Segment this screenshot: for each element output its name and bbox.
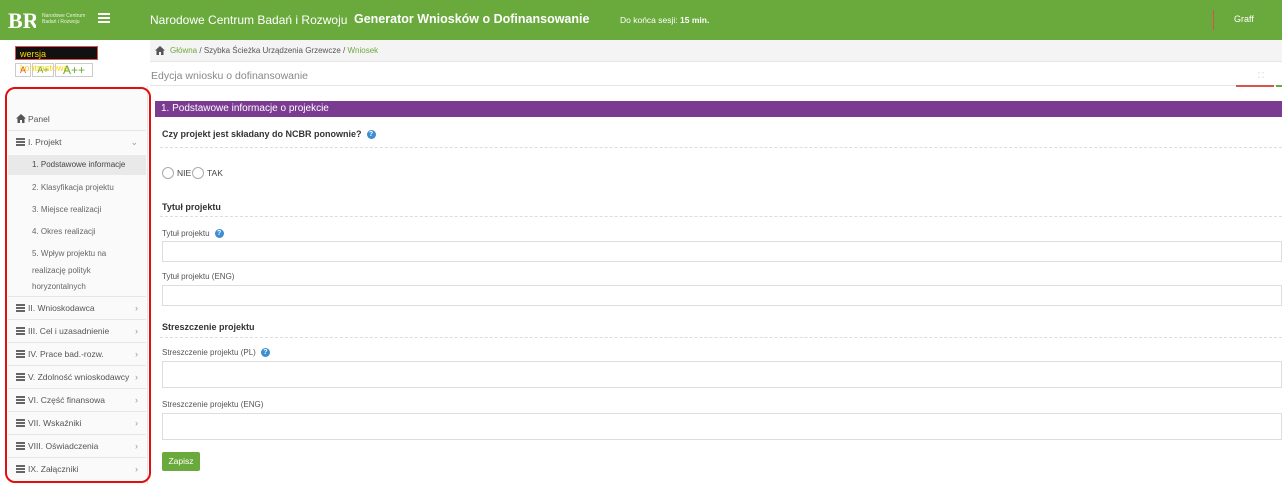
- chevron-right-icon: ›: [135, 395, 138, 405]
- title-input[interactable]: [162, 241, 1282, 262]
- sidebar-item-zdolnosc[interactable]: V. Zdolność wnioskodawcy ›: [8, 366, 146, 388]
- section-title-heading: Tytuł projektu: [162, 202, 221, 212]
- radio-yes-label[interactable]: TAK: [207, 168, 223, 178]
- app-title: Generator Wniosków o Dofinansowanie: [354, 12, 590, 26]
- chevron-right-icon: ›: [135, 441, 138, 451]
- list-icon: [16, 304, 25, 312]
- home-icon[interactable]: [155, 46, 165, 55]
- page-title: Edycja wniosku o dofinansowanie: [151, 70, 309, 82]
- session-timer: Do końca sesji: 15 min.: [620, 15, 710, 25]
- ncbr-logo[interactable]: BR: [8, 8, 36, 32]
- font-size-small-button[interactable]: A: [15, 63, 31, 77]
- summary-pl-textarea[interactable]: [162, 361, 1282, 388]
- help-icon[interactable]: ?: [214, 229, 224, 239]
- font-size-medium-button[interactable]: A+: [32, 63, 54, 77]
- sidebar-item-prace[interactable]: IV. Prace bad.-rozw. ›: [8, 343, 146, 365]
- chevron-right-icon: ›: [135, 349, 138, 359]
- radio-yes[interactable]: [192, 167, 204, 179]
- breadcrumb: Główna / Szybka Ścieżka Urządzenia Grzew…: [150, 40, 1282, 62]
- hamburger-menu-icon[interactable]: [98, 13, 110, 23]
- svg-text:BR: BR: [8, 8, 36, 32]
- resubmission-question: Czy projekt jest składany do NCBR ponown…: [162, 129, 376, 140]
- sidebar-subitem-basic-info[interactable]: 1. Podstawowe informacje: [8, 155, 146, 175]
- sidebar-item-cel[interactable]: III. Cel i uzasadnienie ›: [8, 320, 146, 342]
- sidebar-item-panel[interactable]: Panel: [8, 108, 146, 130]
- summary-eng-textarea[interactable]: [162, 413, 1282, 440]
- list-icon: [16, 327, 25, 335]
- section-header: 1. Podstawowe informacje o projekcie: [155, 101, 1282, 117]
- fullscreen-icon[interactable]: ⛶: [1258, 71, 1264, 81]
- sidebar-subitem-classification[interactable]: 2. Klasyfikacja projektu: [8, 178, 146, 198]
- save-button[interactable]: Zapisz: [162, 452, 200, 471]
- chevron-right-icon: ›: [135, 372, 138, 382]
- list-icon: [16, 465, 25, 473]
- help-icon[interactable]: ?: [366, 130, 376, 140]
- breadcrumb-application[interactable]: Wniosek: [347, 46, 378, 55]
- logo-caption: Narodowe Centrum Badań i Rozwoju: [42, 13, 86, 25]
- sidebar-item-oswiadczenia[interactable]: VIII. Oświadczenia ›: [8, 435, 146, 457]
- chevron-right-icon: ›: [135, 464, 138, 474]
- user-menu[interactable]: Graff: [1234, 14, 1254, 24]
- list-icon: [16, 138, 25, 146]
- home-icon: [16, 114, 26, 123]
- chevron-down-icon: ⌄: [130, 137, 138, 147]
- title-eng-input[interactable]: [162, 285, 1282, 306]
- chevron-right-icon: ›: [135, 326, 138, 336]
- summary-eng-label: Streszczenie projektu (ENG): [162, 400, 264, 409]
- section-summary-heading: Streszczenie projektu: [162, 322, 255, 332]
- sidebar-item-finanse[interactable]: VI. Część finansowa ›: [8, 389, 146, 411]
- chevron-right-icon: ›: [135, 303, 138, 313]
- list-icon: [16, 373, 25, 381]
- sidebar-item-projekt[interactable]: I. Projekt ⌄: [8, 131, 146, 153]
- list-icon: [16, 396, 25, 404]
- radio-no[interactable]: [162, 167, 174, 179]
- title-label: Tytuł projektu?: [162, 229, 224, 239]
- list-icon: [16, 419, 25, 427]
- chevron-right-icon: ›: [135, 418, 138, 428]
- sidebar-subitem-period[interactable]: 4. Okres realizacji: [8, 222, 146, 242]
- sidebar-subitem-location[interactable]: 3. Miejsce realizacji: [8, 200, 146, 220]
- sidebar-subitem-horizontal-policies[interactable]: 5. Wpływ projektu na realizację polityk …: [8, 246, 128, 296]
- radio-no-label[interactable]: NIE: [177, 168, 191, 178]
- contrast-version-button[interactable]: wersja kontrastowa: [15, 46, 98, 73]
- sidebar-item-wskazniki[interactable]: VII. Wskaźniki ›: [8, 412, 146, 434]
- font-size-large-button[interactable]: A++: [55, 63, 93, 77]
- list-icon: [16, 350, 25, 358]
- sidebar-item-zalaczniki[interactable]: IX. Załączniki ›: [8, 458, 146, 480]
- header-divider: [1213, 10, 1214, 30]
- help-icon[interactable]: ?: [260, 348, 270, 358]
- list-icon: [16, 442, 25, 450]
- summary-pl-label: Streszczenie projektu (PL)?: [162, 348, 270, 358]
- breadcrumb-home[interactable]: Główna: [170, 46, 197, 55]
- title-eng-label: Tytuł projektu (ENG): [162, 272, 235, 281]
- sidebar-item-wnioskodawca[interactable]: II. Wnioskodawca ›: [8, 297, 146, 319]
- org-name: Narodowe Centrum Badań i Rozwoju: [150, 13, 348, 27]
- top-bar: BR Narodowe Centrum Badań i Rozwoju Naro…: [0, 0, 1282, 40]
- breadcrumb-program[interactable]: Szybka Ścieżka Urządzenia Grzewcze: [204, 46, 341, 55]
